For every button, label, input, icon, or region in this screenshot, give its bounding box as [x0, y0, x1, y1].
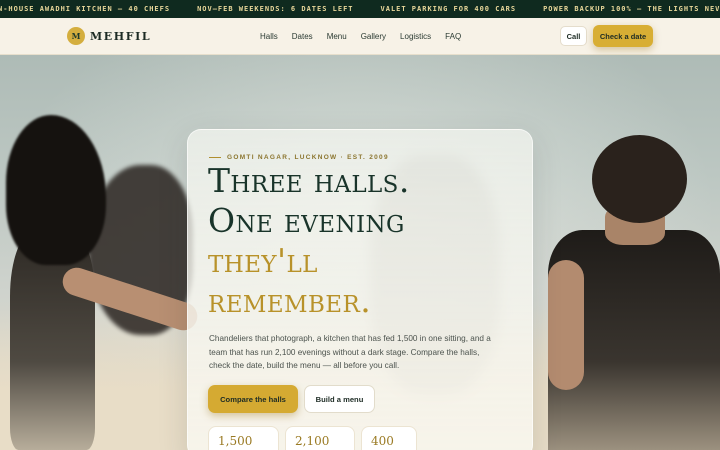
headline-accent-line-1: they'll — [208, 241, 318, 280]
eyebrow-text: GOMTI NAGAR, LUCKNOW · EST. 2009 — [227, 154, 389, 161]
headline-line-2: One evening — [208, 201, 405, 240]
logo[interactable]: M MEHFIL — [67, 27, 151, 45]
ticker-item: POWER BACKUP 100% — THE LIGHTS NEVER WEN… — [543, 5, 720, 13]
hero-headline: Three halls. One evening they'll remembe… — [208, 161, 528, 321]
nav-link-halls[interactable]: Halls — [260, 32, 278, 41]
call-button[interactable]: Call — [560, 26, 587, 46]
eyebrow-rule — [209, 157, 221, 158]
stat-value: 1,500 — [218, 434, 253, 448]
check-a-date-button[interactable]: Check a date — [593, 25, 653, 47]
headline-line-1: Three halls. — [208, 161, 410, 200]
logo-mark: M — [67, 27, 85, 45]
nav-link-gallery[interactable]: Gallery — [361, 32, 386, 41]
stat-card: 400 — [361, 426, 417, 450]
figure-right-head — [592, 135, 687, 223]
nav-link-dates[interactable]: Dates — [292, 32, 313, 41]
nav-link-menu[interactable]: Menu — [327, 32, 347, 41]
compare-halls-button[interactable]: Compare the halls — [208, 385, 298, 413]
ticker-item: NOV–FEB WEEKENDS: 6 DATES LEFT — [197, 5, 354, 13]
figure-right-arm — [548, 260, 584, 390]
stat-card: 1,500 — [208, 426, 279, 450]
eyebrow: GOMTI NAGAR, LUCKNOW · EST. 2009 — [209, 154, 389, 161]
headline-accent-line-2: remember. — [208, 281, 372, 320]
nav-link-logistics[interactable]: Logistics — [400, 32, 431, 41]
logo-wordmark: MEHFIL — [90, 29, 152, 43]
stat-value: 400 — [371, 434, 394, 448]
ticker-item: VALET PARKING FOR 400 CARS — [380, 5, 517, 13]
hero-card: GOMTI NAGAR, LUCKNOW · EST. 2009 Three h… — [187, 129, 533, 450]
hero-lede: Chandeliers that photograph, a kitchen t… — [209, 334, 491, 371]
stat-value: 2,100 — [295, 434, 330, 448]
nav-links: Halls Dates Menu Gallery Logistics FAQ — [260, 18, 475, 54]
ticker-item: N-HOUSE AWADHI KITCHEN — 40 CHEFS — [0, 5, 171, 13]
ticker-track: N-HOUSE AWADHI KITCHEN — 40 CHEFS NOV–FE… — [0, 0, 720, 18]
nav-link-faq[interactable]: FAQ — [445, 32, 461, 41]
stat-card: 2,100 — [285, 426, 355, 450]
build-menu-button[interactable]: Build a menu — [304, 385, 375, 413]
announcement-ticker: N-HOUSE AWADHI KITCHEN — 40 CHEFS NOV–FE… — [0, 0, 720, 18]
